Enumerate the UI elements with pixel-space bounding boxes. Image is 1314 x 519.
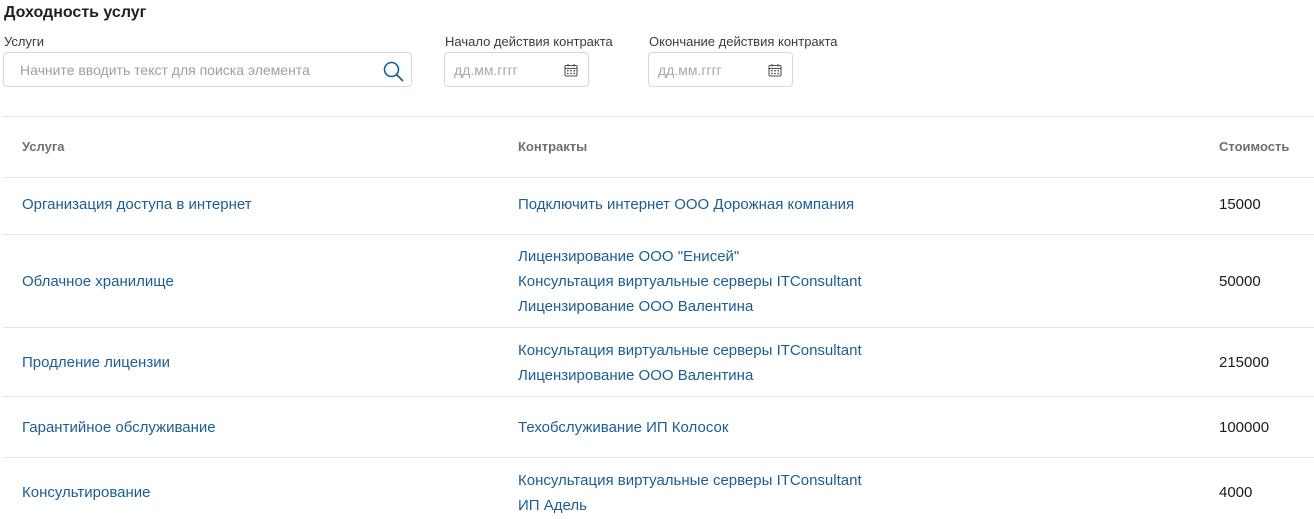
contract-start-label: Начало действия контракта	[445, 34, 613, 49]
contracts-cell: Консультация виртуальные серверы ITConsu…	[518, 468, 862, 518]
calendar-icon[interactable]	[768, 63, 782, 77]
service-link[interactable]: Организация доступа в интернет	[22, 196, 252, 213]
table-divider	[3, 234, 1314, 235]
service-link[interactable]: Продление лицензии	[22, 354, 170, 371]
contract-link[interactable]: Лицензирование ООО Валентина	[518, 294, 862, 319]
contract-link[interactable]: Лицензирование ООО "Енисей"	[518, 244, 862, 269]
contract-link[interactable]: Техобслуживание ИП Колосок	[518, 415, 728, 440]
page-title: Доходность услуг	[4, 4, 147, 21]
contract-end-date-input[interactable]	[654, 53, 762, 86]
contract-start-date-input[interactable]	[450, 53, 558, 86]
service-link[interactable]: Консультирование	[22, 484, 151, 501]
table-divider	[3, 116, 1314, 117]
search-icon[interactable]	[382, 60, 404, 82]
column-header-service[interactable]: Услуга	[22, 139, 64, 154]
contract-link[interactable]: ИП Адель	[518, 493, 862, 518]
service-link[interactable]: Облачное хранилище	[22, 273, 174, 290]
services-filter-label: Услуги	[4, 34, 44, 49]
contract-link[interactable]: Консультация виртуальные серверы ITConsu…	[518, 468, 862, 493]
column-header-contracts[interactable]: Контракты	[518, 139, 587, 154]
table-divider	[3, 177, 1314, 178]
column-header-cost[interactable]: Стоимость	[1219, 139, 1289, 154]
contract-start-date-field[interactable]	[444, 52, 589, 87]
service-link[interactable]: Гарантийное обслуживание	[22, 419, 216, 436]
contract-end-date-field[interactable]	[648, 52, 793, 87]
services-profitability-page: Доходность услуг Услуги Начало действия …	[0, 0, 1314, 519]
cost-value: 215000	[1219, 354, 1270, 371]
table-divider	[3, 457, 1314, 458]
cost-value: 50000	[1219, 273, 1261, 290]
table-divider	[3, 327, 1314, 328]
contract-link[interactable]: Подключить интернет ООО Дорожная компани…	[518, 192, 854, 217]
services-search-field[interactable]	[3, 52, 412, 87]
cost-value: 100000	[1219, 419, 1270, 436]
contracts-cell: Подключить интернет ООО Дорожная компани…	[518, 192, 854, 217]
contract-link[interactable]: Консультация виртуальные серверы ITConsu…	[518, 338, 862, 363]
contract-end-label: Окончание действия контракта	[649, 34, 838, 49]
services-search-input[interactable]	[16, 53, 384, 86]
cost-value: 15000	[1219, 196, 1261, 213]
contracts-cell: Лицензирование ООО "Енисей" Консультация…	[518, 244, 862, 319]
table-divider	[3, 396, 1314, 397]
calendar-icon[interactable]	[564, 63, 578, 77]
contract-link[interactable]: Лицензирование ООО Валентина	[518, 363, 862, 388]
contract-link[interactable]: Консультация виртуальные серверы ITConsu…	[518, 269, 862, 294]
cost-value: 4000	[1219, 484, 1253, 501]
contracts-cell: Техобслуживание ИП Колосок	[518, 415, 728, 440]
contracts-cell: Консультация виртуальные серверы ITConsu…	[518, 338, 862, 388]
